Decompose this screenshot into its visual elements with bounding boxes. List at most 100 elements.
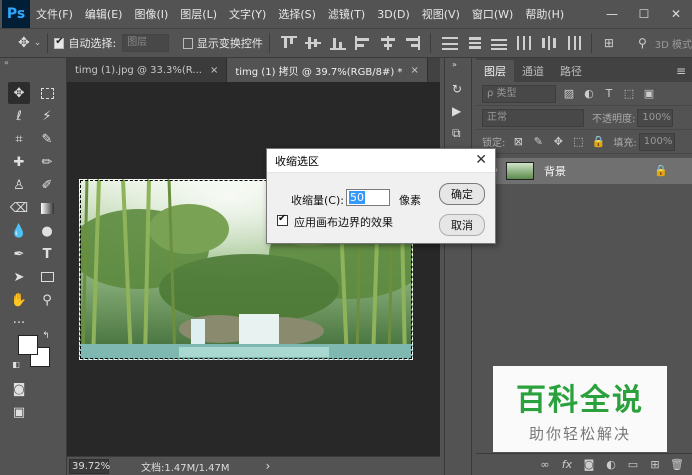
lock-position-icon[interactable]: ✥: [551, 135, 565, 149]
auto-select-checkbox[interactable]: [54, 36, 65, 49]
menu-view[interactable]: 视图(V): [416, 6, 466, 22]
align-vcenter-icon[interactable]: [305, 36, 322, 50]
document-info[interactable]: 文档:1.47M/1.47M: [141, 459, 230, 474]
gradient-tool-icon[interactable]: [36, 197, 58, 219]
type-filter-icon[interactable]: T: [602, 87, 616, 101]
align-right-icon[interactable]: [404, 36, 421, 50]
clone-stamp-tool-icon[interactable]: ♙: [8, 174, 30, 196]
tab-document-1[interactable]: timg (1).jpg @ 33.3%(R... ×: [67, 58, 228, 82]
history-brush-tool-icon[interactable]: ✐: [36, 174, 58, 196]
default-colors-icon[interactable]: ◧: [10, 358, 22, 370]
opacity-field[interactable]: 100%: [637, 108, 674, 127]
distribute-top-icon[interactable]: [441, 36, 458, 50]
minimize-button[interactable]: —: [596, 7, 628, 21]
shape-filter-icon[interactable]: ⬚: [622, 87, 636, 101]
magic-wand-tool-icon[interactable]: ⚡: [36, 105, 58, 127]
align-hcenter-icon[interactable]: [380, 36, 395, 50]
image-filter-icon[interactable]: ▨: [562, 87, 576, 101]
menu-type[interactable]: 文字(Y): [223, 6, 272, 22]
mask-icon[interactable]: ◙: [578, 458, 600, 471]
blur-tool-icon[interactable]: 💧: [8, 220, 30, 242]
new-layer-icon[interactable]: ⊞: [644, 458, 666, 471]
path-selection-tool-icon[interactable]: ➤: [8, 266, 30, 288]
collapse-icon[interactable]: «: [0, 58, 66, 70]
collapse-icon[interactable]: »: [452, 60, 466, 74]
quick-mask-icon[interactable]: ◙: [8, 378, 30, 400]
adjustment-filter-icon[interactable]: ◐: [582, 87, 596, 101]
eraser-tool-icon[interactable]: ⌫: [8, 197, 30, 219]
kind-filter-dropdown[interactable]: ρ 类型: [482, 84, 556, 103]
tab-paths[interactable]: 路径: [552, 60, 590, 82]
dialog-titlebar[interactable]: 收缩选区 ✕: [267, 149, 495, 173]
panel-menu-icon[interactable]: ≡: [676, 64, 686, 78]
play-icon[interactable]: ▶: [452, 104, 466, 118]
menu-image[interactable]: 图像(I): [128, 6, 174, 22]
blend-mode-dropdown[interactable]: 正常: [482, 108, 584, 127]
distribute-right-icon[interactable]: [565, 36, 582, 50]
screen-mode-icon[interactable]: ▣: [8, 401, 30, 423]
menu-filter[interactable]: 滤镜(T): [322, 6, 371, 22]
foreground-color-swatch[interactable]: [18, 335, 38, 355]
pen-tool-icon[interactable]: ✒: [8, 243, 30, 265]
apply-canvas-edge-checkbox[interactable]: [277, 213, 288, 226]
lock-all-icon[interactable]: 🔒: [591, 135, 606, 149]
ok-button[interactable]: 确定: [439, 183, 485, 205]
more-tools-icon[interactable]: ···: [8, 312, 30, 334]
rectangle-tool-icon[interactable]: [36, 266, 58, 288]
move-tool-icon[interactable]: ✥: [18, 35, 30, 51]
lock-pixels-icon[interactable]: ✎: [531, 135, 545, 149]
close-window-button[interactable]: ✕: [660, 7, 692, 21]
healing-brush-tool-icon[interactable]: ✚: [8, 151, 30, 173]
menu-layer[interactable]: 图层(L): [174, 6, 223, 22]
show-transform-checkbox[interactable]: [182, 37, 193, 49]
align-left-icon[interactable]: [354, 36, 370, 50]
fx-icon[interactable]: fx: [556, 458, 578, 471]
menu-edit[interactable]: 编辑(E): [79, 6, 129, 22]
status-menu-arrow[interactable]: ›: [266, 459, 271, 473]
menu-window[interactable]: 窗口(W): [466, 6, 519, 22]
distribute-hcenter-icon[interactable]: [541, 36, 556, 50]
align-top-icon[interactable]: [280, 36, 297, 50]
history-icon[interactable]: ↻: [452, 82, 466, 96]
apply-canvas-edge-label[interactable]: 应用画布边界的效果: [294, 214, 393, 230]
adjustment-icon[interactable]: ◐: [600, 458, 622, 471]
search-icon[interactable]: ⚲: [638, 36, 647, 50]
lock-artboard-icon[interactable]: ⬚: [571, 135, 585, 149]
contract-by-input[interactable]: 50: [346, 189, 390, 206]
maximize-button[interactable]: ☐: [628, 7, 660, 21]
move-tool-icon[interactable]: ✥: [8, 82, 30, 104]
3d-icon[interactable]: ⧉: [452, 126, 466, 140]
marquee-tool-icon[interactable]: [36, 82, 58, 104]
canvas-area[interactable]: [67, 82, 440, 456]
tab-channels[interactable]: 通道: [514, 60, 552, 82]
close-icon[interactable]: ×: [210, 65, 218, 76]
cancel-button[interactable]: 取消: [439, 214, 485, 236]
fill-field[interactable]: 100%: [638, 132, 675, 151]
menu-help[interactable]: 帮助(H): [519, 6, 570, 22]
menu-3d[interactable]: 3D(D): [371, 8, 416, 21]
close-icon[interactable]: ×: [410, 65, 418, 76]
close-icon[interactable]: ✕: [475, 152, 487, 168]
distribute-left-icon[interactable]: [516, 36, 531, 50]
dodge-tool-icon[interactable]: ●: [36, 220, 58, 242]
auto-align-icon[interactable]: ⊞: [604, 36, 614, 50]
distribute-vcenter-icon[interactable]: [467, 36, 482, 50]
lock-transparent-icon[interactable]: ⊠: [511, 135, 525, 149]
auto-select-dropdown[interactable]: 图层: [122, 34, 169, 52]
brush-tool-icon[interactable]: ✏: [36, 151, 58, 173]
distribute-bottom-icon[interactable]: [491, 36, 508, 50]
tab-document-2[interactable]: timg (1) 拷贝 @ 39.7%(RGB/8#) * ×: [227, 58, 428, 82]
chevron-down-icon[interactable]: ⌄: [34, 38, 42, 48]
group-icon[interactable]: ▭: [622, 458, 644, 471]
type-tool-icon[interactable]: T: [36, 243, 58, 265]
crop-tool-icon[interactable]: ⌗: [8, 128, 30, 150]
zoom-tool-icon[interactable]: ⚲: [36, 289, 58, 311]
layer-name[interactable]: 背景: [544, 163, 566, 179]
hand-tool-icon[interactable]: ✋: [8, 289, 30, 311]
eyedropper-tool-icon[interactable]: ✎: [36, 128, 58, 150]
smart-object-filter-icon[interactable]: ▣: [642, 87, 656, 101]
menu-select[interactable]: 选择(S): [272, 6, 322, 22]
delete-icon[interactable]: 🗑: [666, 458, 688, 471]
tab-layers[interactable]: 图层: [476, 60, 514, 82]
zoom-field[interactable]: 39.72%: [69, 458, 110, 474]
